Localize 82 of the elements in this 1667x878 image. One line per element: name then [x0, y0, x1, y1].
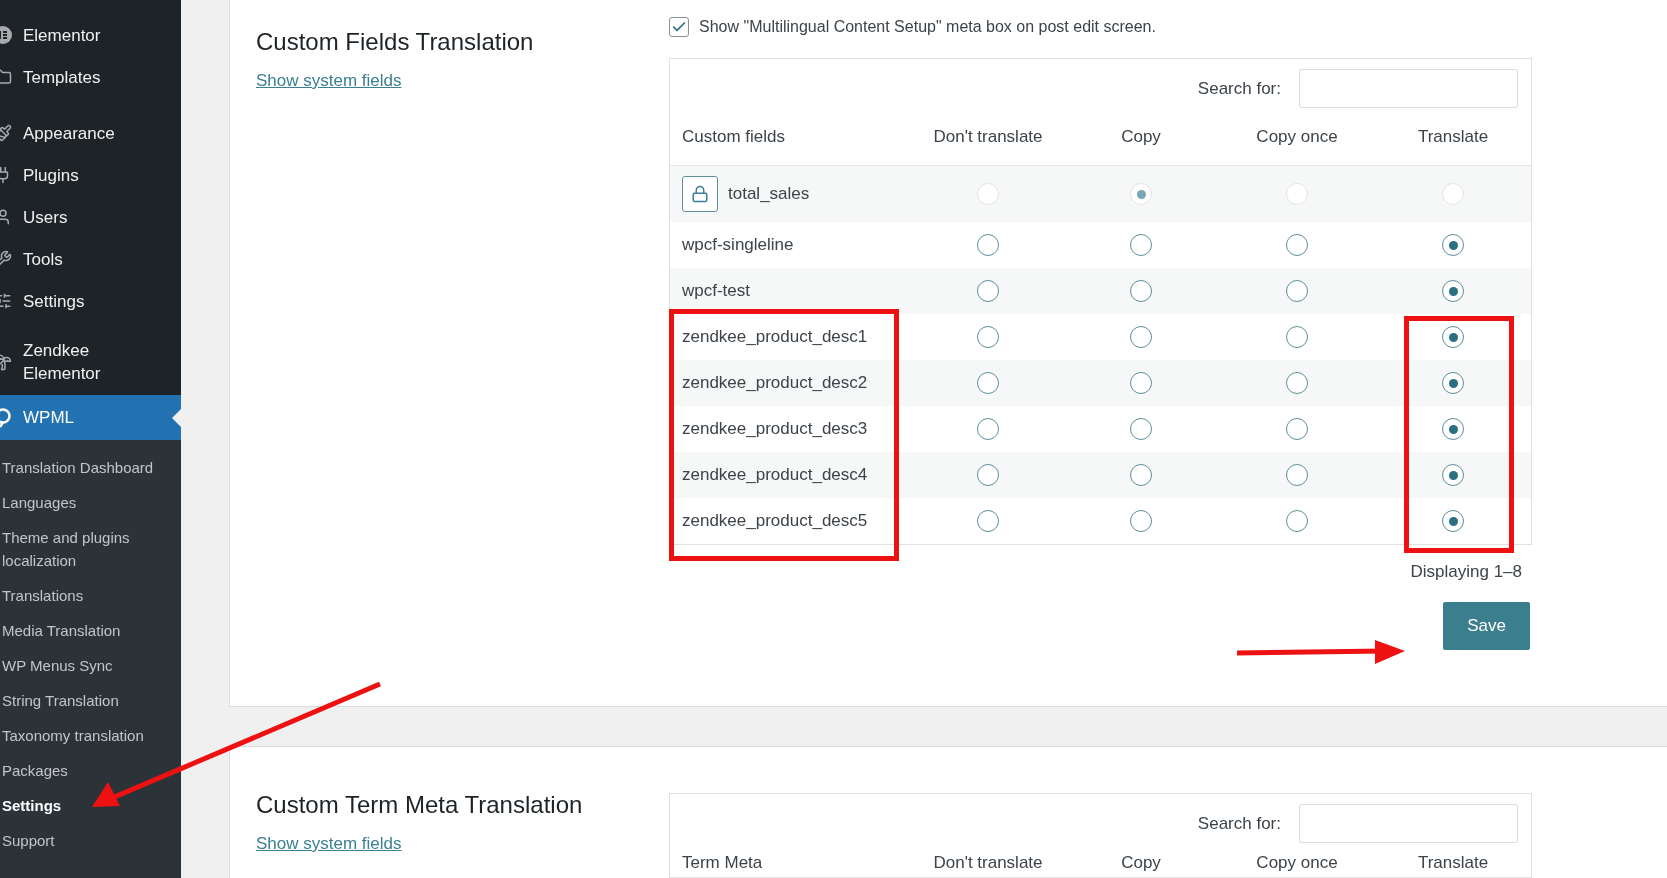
- radio-button[interactable]: [1442, 464, 1464, 486]
- column-header: Don't translate: [933, 125, 1043, 148]
- column-header: Term Meta: [681, 853, 764, 873]
- radio-button[interactable]: [977, 418, 999, 440]
- search-field[interactable]: [1299, 69, 1518, 108]
- radio-button[interactable]: [1130, 326, 1152, 348]
- radio-button[interactable]: [977, 280, 999, 302]
- search-field[interactable]: [1299, 804, 1518, 843]
- radio-button[interactable]: [1442, 418, 1464, 440]
- radio-button[interactable]: [977, 464, 999, 486]
- radio-button[interactable]: [1442, 510, 1464, 532]
- column-header: Copy once: [1256, 853, 1338, 873]
- radio-button[interactable]: [1130, 464, 1152, 486]
- radio-button[interactable]: [977, 372, 999, 394]
- radio-button[interactable]: [1442, 326, 1464, 348]
- radio-button[interactable]: [1286, 234, 1308, 256]
- radio-button[interactable]: [1442, 280, 1464, 302]
- submenu-item[interactable]: Theme and plugins localization: [0, 520, 181, 578]
- field-name: zendkee_product_desc3: [682, 418, 868, 441]
- field-name: wpcf-singleline: [682, 234, 794, 257]
- sidebar-menu-item[interactable]: Settings: [0, 280, 181, 322]
- radio-button[interactable]: [977, 326, 999, 348]
- column-header: Copy: [1121, 853, 1161, 873]
- submenu-item[interactable]: Support: [0, 823, 181, 858]
- radio-button[interactable]: [1442, 372, 1464, 394]
- radio-button[interactable]: [1286, 510, 1308, 532]
- submenu-item[interactable]: WP Menus Sync: [0, 648, 181, 683]
- field-name: total_sales: [728, 183, 810, 206]
- search-label: Search for:: [1197, 812, 1281, 835]
- sidebar-menu-item[interactable]: Zendkee Elementor: [0, 336, 181, 388]
- sidebar-menu-item[interactable]: Appearance: [0, 112, 181, 154]
- radio-button[interactable]: [1286, 464, 1308, 486]
- submenu-item[interactable]: Packages: [0, 753, 181, 788]
- speech-bubble-icon: [0, 407, 12, 428]
- radio-button[interactable]: [1286, 326, 1308, 348]
- sidebar-menu-item[interactable]: Tools: [0, 238, 181, 280]
- section-title: Custom Term Meta Translation: [256, 790, 583, 820]
- field-name: zendkee_product_desc4: [682, 464, 868, 487]
- sidebar-menu-item[interactable]: Templates: [0, 56, 181, 98]
- sidebar-menu-item[interactable]: Elementor: [0, 14, 181, 56]
- show-system-fields-link[interactable]: Show system fields: [256, 68, 402, 94]
- column-header: Translate: [1417, 125, 1489, 148]
- save-button[interactable]: Save: [1443, 601, 1530, 650]
- field-name: zendkee_product_desc5: [682, 510, 868, 533]
- checkbox[interactable]: [669, 17, 689, 37]
- sidebar-menu-item[interactable]: Users: [0, 196, 181, 238]
- submenu-item[interactable]: Languages: [0, 485, 181, 520]
- radio-button[interactable]: [1286, 418, 1308, 440]
- section-title: Custom Fields Translation: [256, 27, 534, 57]
- current-pointer-icon: [172, 409, 181, 427]
- column-header: Don't translate: [933, 853, 1043, 873]
- radio-button[interactable]: [1130, 418, 1152, 440]
- submenu-item[interactable]: Settings: [0, 788, 181, 823]
- submenu-item[interactable]: Translations: [0, 578, 181, 613]
- sidebar-menu-item[interactable]: Plugins: [0, 154, 181, 196]
- checkbox-label: Show "Multilingual Content Setup" meta box on post edit screen.: [699, 17, 1156, 37]
- show-system-fields-link[interactable]: Show system fields: [256, 831, 402, 857]
- field-name: zendkee_product_desc1: [682, 326, 868, 349]
- radio-button[interactable]: [1130, 372, 1152, 394]
- radio-button[interactable]: [977, 234, 999, 256]
- column-header: Copy: [1121, 125, 1161, 148]
- submenu-item[interactable]: Media Translation: [0, 613, 181, 648]
- radio-button[interactable]: [1130, 280, 1152, 302]
- submenu-item[interactable]: Taxonomy translation: [0, 718, 181, 753]
- submenu-item[interactable]: String Translation: [0, 683, 181, 718]
- field-name: wpcf-test: [682, 280, 751, 303]
- pagination-info: Displaying 1–8: [1410, 561, 1522, 583]
- radio-button[interactable]: [1286, 280, 1308, 302]
- radio-button[interactable]: [1130, 234, 1152, 256]
- radio-button[interactable]: [1442, 234, 1464, 256]
- column-header: Custom fields: [681, 125, 786, 148]
- field-name: zendkee_product_desc2: [682, 372, 868, 395]
- column-header: Copy once: [1256, 125, 1338, 148]
- padlock-icon: [691, 185, 709, 203]
- sidebar-menu-item[interactable]: WPML: [0, 395, 181, 440]
- radio-button[interactable]: [977, 510, 999, 532]
- lock-button[interactable]: [682, 176, 718, 212]
- radio-button[interactable]: [1286, 372, 1308, 394]
- column-header: Translate: [1417, 853, 1489, 873]
- submenu-item[interactable]: Translation Dashboard: [0, 450, 181, 485]
- search-label: Search for:: [1197, 77, 1281, 100]
- radio-button[interactable]: [1130, 510, 1152, 532]
